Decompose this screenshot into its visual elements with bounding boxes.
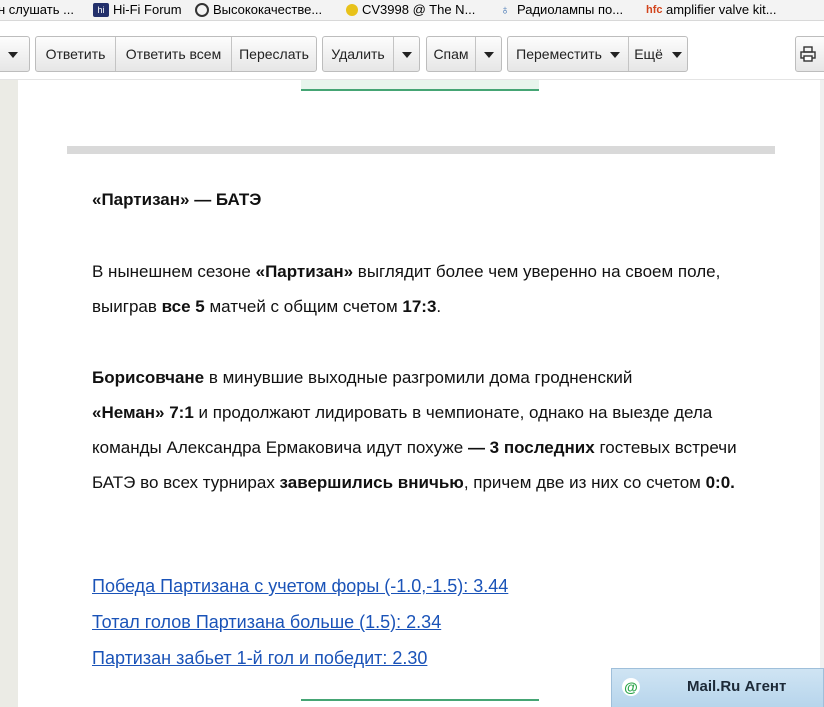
text: , причем две из них со счетом xyxy=(463,473,706,492)
article-heading: «Партизан» — БАТЭ xyxy=(92,190,262,209)
odds-link[interactable]: Тотал голов Партизана больше (1.5): 2.34 xyxy=(92,604,782,640)
more-button[interactable]: Ещё xyxy=(628,37,687,71)
left-panel-edge xyxy=(0,80,18,707)
bookmark-label: amplifier valve kit... xyxy=(666,2,777,17)
chevron-down-icon xyxy=(671,52,682,59)
bold-text: завершились вничью xyxy=(279,473,464,492)
printer-icon xyxy=(800,46,816,62)
at-icon: @ xyxy=(622,678,640,696)
hfc-icon: hfc xyxy=(646,3,663,16)
bold-text: 17:3 xyxy=(402,297,437,316)
spam-button[interactable]: Спам xyxy=(427,37,475,71)
print-button[interactable] xyxy=(795,36,824,72)
delete-options-button[interactable] xyxy=(393,37,419,71)
chevron-down-icon xyxy=(483,52,494,59)
bookmark-item[interactable]: Высококачестве... xyxy=(195,2,322,17)
bookmark-item[interactable]: CV3998 @ The N... xyxy=(346,2,475,17)
bookmark-item[interactable]: ♁ Радиолампы по... xyxy=(497,2,623,17)
bookmark-item[interactable]: hfc amplifier valve kit... xyxy=(646,2,777,17)
spam-group: Спам xyxy=(426,36,502,72)
eye-icon xyxy=(195,2,209,17)
bold-text: — 3 последних xyxy=(467,438,595,457)
move-group: Переместить Ещё xyxy=(507,36,688,72)
paragraph-partizan: В нынешнем сезоне «Партизан» выглядит бо… xyxy=(92,254,782,324)
text: в минувшие выходные разгромили дома грод… xyxy=(204,368,633,387)
reply-button[interactable]: Ответить xyxy=(36,37,115,71)
bookmarks-bar: н слушать ... hi Hi-Fi Forum Высококачес… xyxy=(0,0,824,21)
green-banner-bottom xyxy=(301,699,539,701)
chevron-down-icon xyxy=(8,52,18,59)
bookmark-label: н слушать ... xyxy=(0,2,74,17)
odds-link[interactable]: Победа Партизана с учетом форы (-1.0,-1.… xyxy=(92,568,782,604)
tube-icon: ♁ xyxy=(500,1,510,17)
sun-icon xyxy=(346,3,358,16)
scrollbar-track[interactable] xyxy=(820,80,824,707)
chevron-down-icon xyxy=(401,52,412,59)
odds-links: Победа Партизана с учетом форы (-1.0,-1.… xyxy=(92,568,782,676)
select-dropdown-button[interactable] xyxy=(0,36,30,72)
hifi-icon: hi xyxy=(93,2,109,17)
move-button[interactable]: Переместить xyxy=(508,37,628,71)
forward-button[interactable]: Переслать xyxy=(231,37,316,71)
mail-toolbar: Ответить Ответить всем Переслать Удалить… xyxy=(0,21,824,80)
mailru-agent-widget[interactable]: @ Mail.Ru Агент xyxy=(611,668,824,707)
delete-group: Удалить xyxy=(322,36,420,72)
bookmark-item[interactable]: н слушать ... xyxy=(0,2,74,17)
bold-text: все 5 xyxy=(161,297,205,316)
chevron-down-icon xyxy=(609,52,620,59)
text: матчей с общим счетом xyxy=(204,297,403,316)
bold-text: «Неман» 7:1 xyxy=(92,403,194,422)
agent-label: Mail.Ru Агент xyxy=(687,678,787,695)
more-label: Ещё xyxy=(634,46,663,62)
bookmark-item[interactable]: hi Hi-Fi Forum xyxy=(93,2,182,17)
spam-options-button[interactable] xyxy=(475,37,501,71)
bookmark-label: Высококачестве... xyxy=(213,2,323,17)
bold-text: Борисовчане xyxy=(92,368,205,387)
delete-button[interactable]: Удалить xyxy=(323,37,393,71)
move-label: Переместить xyxy=(516,46,602,62)
green-banner-top xyxy=(301,80,539,91)
bold-text: «Партизан» xyxy=(255,262,354,281)
reply-group: Ответить Ответить всем Переслать xyxy=(35,36,317,72)
text: . xyxy=(436,297,442,316)
paragraph-bate: Борисовчане в минувшие выходные разгроми… xyxy=(92,360,782,500)
bookmark-label: CV3998 @ The N... xyxy=(362,2,476,17)
text: В нынешнем сезоне xyxy=(92,262,256,281)
bookmark-label: Радиолампы по... xyxy=(517,2,624,17)
bookmark-label: Hi-Fi Forum xyxy=(113,2,182,17)
reply-all-button[interactable]: Ответить всем xyxy=(115,37,231,71)
section-divider xyxy=(67,146,775,154)
bold-text: 0:0. xyxy=(705,473,735,492)
